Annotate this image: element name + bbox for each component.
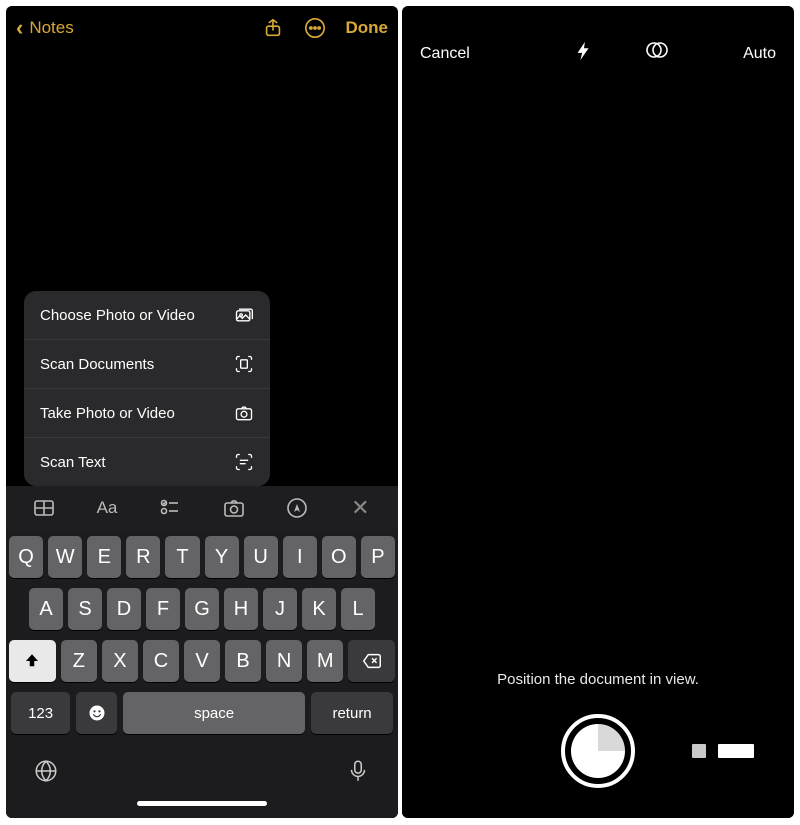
key-x[interactable]: X bbox=[102, 640, 138, 682]
scanner-screen: Cancel Auto Position the document in vie… bbox=[402, 6, 794, 818]
scan-text-icon bbox=[234, 452, 254, 472]
more-icon[interactable] bbox=[304, 17, 326, 39]
key-w[interactable]: W bbox=[48, 536, 82, 578]
key-c[interactable]: C bbox=[143, 640, 179, 682]
popup-scan-text[interactable]: Scan Text bbox=[24, 438, 270, 486]
key-return[interactable]: return bbox=[311, 692, 393, 734]
key-g[interactable]: G bbox=[185, 588, 219, 630]
key-z[interactable]: Z bbox=[61, 640, 97, 682]
emoji-icon bbox=[87, 703, 107, 723]
dictation-icon[interactable] bbox=[345, 758, 371, 789]
key-m[interactable]: M bbox=[307, 640, 343, 682]
key-l[interactable]: L bbox=[341, 588, 375, 630]
key-h[interactable]: H bbox=[224, 588, 258, 630]
key-f[interactable]: F bbox=[146, 588, 180, 630]
key-emoji[interactable] bbox=[76, 692, 117, 734]
close-toolbar-icon[interactable]: ✕ bbox=[343, 491, 377, 525]
key-j[interactable]: J bbox=[263, 588, 297, 630]
shutter-button[interactable] bbox=[561, 714, 635, 788]
filter-icon[interactable] bbox=[645, 38, 669, 69]
key-p[interactable]: P bbox=[361, 536, 395, 578]
table-icon[interactable] bbox=[27, 491, 61, 525]
checklist-icon[interactable] bbox=[153, 491, 187, 525]
key-b[interactable]: B bbox=[225, 640, 261, 682]
thumbnail-placeholder[interactable] bbox=[692, 744, 706, 758]
back-button[interactable]: ‹ Notes bbox=[16, 15, 74, 41]
popup-label: Take Photo or Video bbox=[40, 405, 175, 422]
done-button[interactable]: Done bbox=[346, 18, 389, 38]
text-format-button[interactable]: Aa bbox=[90, 491, 124, 525]
notes-header: ‹ Notes Done bbox=[6, 6, 398, 50]
key-o[interactable]: O bbox=[322, 536, 356, 578]
key-space[interactable]: space bbox=[123, 692, 305, 734]
key-e[interactable]: E bbox=[87, 536, 121, 578]
notes-app-screen: ‹ Notes Done Choose Photo or Video Sc bbox=[6, 6, 398, 818]
key-t[interactable]: T bbox=[165, 536, 199, 578]
key-shift[interactable] bbox=[9, 640, 56, 682]
shift-icon bbox=[23, 652, 41, 670]
home-indicator[interactable] bbox=[137, 801, 267, 806]
save-button-placeholder[interactable] bbox=[718, 744, 754, 758]
key-v[interactable]: V bbox=[184, 640, 220, 682]
scanner-header: Cancel Auto bbox=[402, 6, 794, 79]
key-q[interactable]: Q bbox=[9, 536, 43, 578]
photo-library-icon bbox=[234, 305, 254, 325]
key-s[interactable]: S bbox=[68, 588, 102, 630]
key-k[interactable]: K bbox=[302, 588, 336, 630]
popup-label: Scan Text bbox=[40, 454, 106, 471]
keyboard: Q W E R T Y U I O P A S D F G H J K L bbox=[6, 530, 398, 818]
notes-format-toolbar: Aa ✕ bbox=[6, 486, 398, 530]
key-numeric[interactable]: 123 bbox=[11, 692, 70, 734]
camera-icon bbox=[234, 403, 254, 423]
key-r[interactable]: R bbox=[126, 536, 160, 578]
globe-icon[interactable] bbox=[33, 758, 59, 789]
scanner-viewport: Position the document in view. bbox=[402, 79, 794, 818]
flash-icon[interactable] bbox=[573, 38, 595, 69]
popup-label: Scan Documents bbox=[40, 356, 154, 373]
popup-choose-photo[interactable]: Choose Photo or Video bbox=[24, 291, 270, 340]
key-y[interactable]: Y bbox=[205, 536, 239, 578]
popup-take-photo[interactable]: Take Photo or Video bbox=[24, 389, 270, 438]
popup-label: Choose Photo or Video bbox=[40, 307, 195, 324]
popup-scan-documents[interactable]: Scan Documents bbox=[24, 340, 270, 389]
markup-icon[interactable] bbox=[280, 491, 314, 525]
backspace-icon bbox=[361, 650, 383, 672]
key-n[interactable]: N bbox=[266, 640, 302, 682]
key-backspace[interactable] bbox=[348, 640, 395, 682]
chevron-left-icon: ‹ bbox=[16, 15, 23, 41]
key-u[interactable]: U bbox=[244, 536, 278, 578]
key-a[interactable]: A bbox=[29, 588, 63, 630]
camera-actions-popup: Choose Photo or Video Scan Documents Tak… bbox=[24, 291, 270, 486]
share-icon[interactable] bbox=[262, 17, 284, 39]
scan-document-icon bbox=[234, 354, 254, 374]
cancel-button[interactable]: Cancel bbox=[420, 45, 470, 63]
key-d[interactable]: D bbox=[107, 588, 141, 630]
key-i[interactable]: I bbox=[283, 536, 317, 578]
camera-toolbar-icon[interactable] bbox=[217, 491, 251, 525]
back-label: Notes bbox=[29, 18, 73, 38]
capture-mode-button[interactable]: Auto bbox=[743, 45, 776, 63]
scanner-caption: Position the document in view. bbox=[402, 671, 794, 688]
